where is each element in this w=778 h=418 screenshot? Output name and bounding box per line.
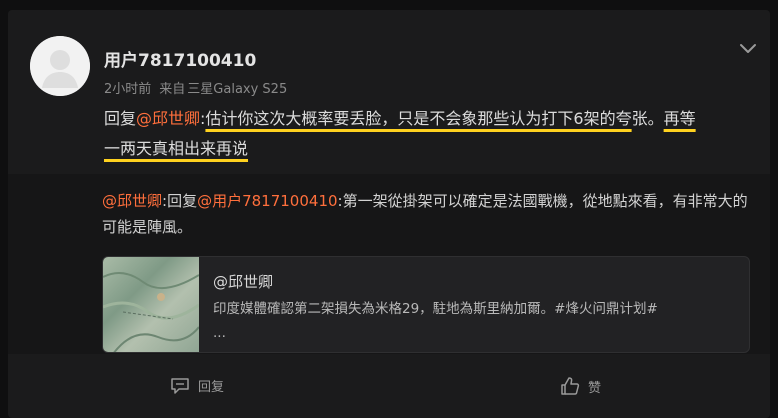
thumbs-up-icon [560,376,580,396]
quote-ellipsis: ... [213,325,226,341]
reply-button[interactable]: 回复 [170,376,224,395]
post-meta: 2小时前 来自 三星Galaxy S25 [104,78,295,97]
sub-reply-word: 回复 [167,192,198,210]
reply-content: 回复@邱世卿:估计你这次大概率要丢脸，只是不会象那些认为打下6架的夸张。再等一两… [104,104,704,164]
like-label: 赞 [588,380,602,396]
comment-card: 用户7817100410 2小时前 来自 三星Galaxy S25 回复@邱世卿:估… [8,10,770,418]
reply-continuation: 张。 [631,109,664,128]
device-name: 三星Galaxy S25 [187,82,288,97]
sub-reply-content: @邱世卿:回复@用户7817100410:第一架從掛架可以確定是法國戰機，從地點… [102,188,752,240]
default-avatar-icon [30,36,90,96]
sub-reply-section: @邱世卿:回复@用户7817100410:第一架從掛架可以確定是法國戰機，從地點… [8,174,770,354]
quoted-post-card[interactable]: @邱世卿 印度媒體確認第二架損失為米格29，駐地為斯里納加爾。#烽火问鼎计划# … [102,256,750,353]
reply-prefix: 回复 [104,109,137,128]
post-time: 2小时前 [104,82,152,97]
map-thumbnail [103,257,200,352]
quote-body: 印度媒體確認第二架損失為米格29，駐地為斯里納加爾。#烽火问鼎计划# ... [213,297,733,345]
quote-title: @邱世卿 [213,273,274,291]
avatar[interactable] [30,36,90,96]
username[interactable]: 用户7817100410 [104,46,256,71]
mention-link[interactable]: @邱世卿 [136,109,200,128]
source-prefix: 来自 [159,82,186,97]
reply-label: 回复 [198,380,225,395]
highlighted-text-1: 估计你这次大概率要丢脸，只是不会象那些认为打下6架的夸 [205,109,632,128]
comment-icon [170,377,190,395]
action-bar: 回复 赞 [8,366,770,406]
quote-body-text: 印度媒體確認第二架損失為米格29，駐地為斯里納加爾。#烽火问鼎计划# [213,301,658,317]
sub-mention-2[interactable]: @用户7817100410 [197,192,337,210]
sub-mention-1[interactable]: @邱世卿 [102,192,162,210]
like-button[interactable]: 赞 [560,376,601,396]
chevron-down-icon[interactable] [734,36,762,60]
